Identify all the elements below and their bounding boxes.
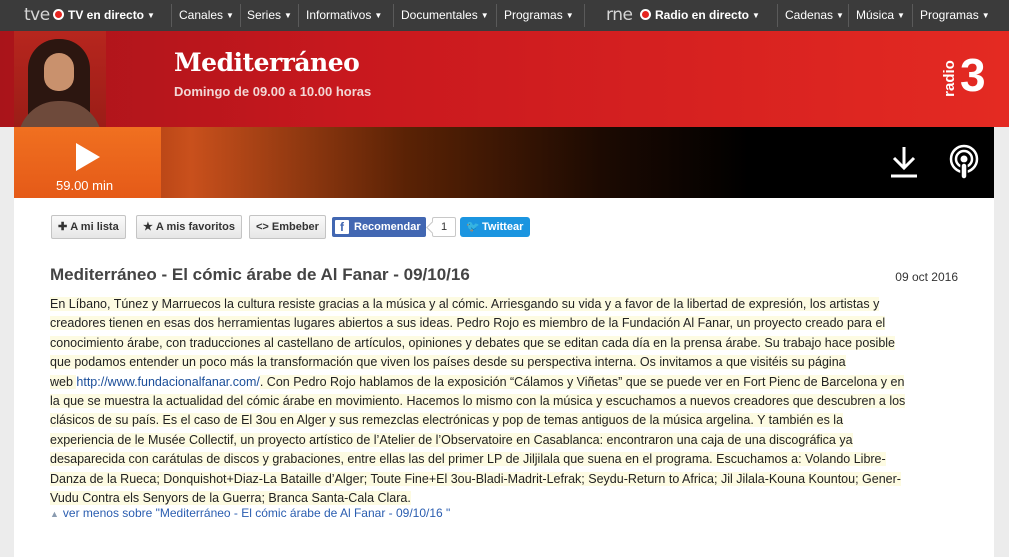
- description-line: Vudu Contra els Senyors de la Guerra; Br…: [50, 491, 411, 506]
- nav-canales-label: Canales: [179, 8, 224, 22]
- chevron-down-icon: ▼: [565, 11, 574, 20]
- description-line: conocimiento árabe, con traducciones al …: [50, 335, 896, 350]
- nav-divider: [298, 4, 299, 27]
- add-to-favorites-label: A mis favoritos: [155, 221, 235, 233]
- nav-programas[interactable]: Programas ▼: [504, 0, 574, 31]
- embed-button[interactable]: <> Embeber: [249, 215, 326, 239]
- facebook-recommend-button[interactable]: f Recomendar: [332, 217, 426, 237]
- description-line: la que se muestra la actualidad del cómi…: [50, 394, 906, 409]
- twitter-label: Twittear: [482, 221, 524, 233]
- chevron-down-icon: ▼: [981, 11, 990, 20]
- program-title[interactable]: Mediterráneo: [174, 48, 360, 77]
- star-icon: ★: [143, 221, 153, 233]
- nav-documentales-label: Documentales: [401, 8, 478, 22]
- description-line: desaparecida con carátulas de discos y g…: [50, 452, 886, 467]
- description-line: clásicos de su país. Es el caso de El 3o…: [50, 413, 844, 428]
- description-line: Danza de la Rueca; Donquishot+Diaz-La Ba…: [50, 471, 901, 486]
- host-photo: [14, 31, 106, 127]
- twitter-button[interactable]: 🐦 Twittear: [460, 217, 530, 237]
- chevron-down-icon: ▼: [480, 11, 489, 20]
- nav-documentales[interactable]: Documentales ▼: [401, 0, 489, 31]
- nav-informativos[interactable]: Informativos ▼: [306, 0, 382, 31]
- chevron-down-icon: ▼: [752, 11, 760, 20]
- tv-live-link[interactable]: TV en directo ▼: [53, 0, 155, 31]
- nav-programas-radio[interactable]: Programas ▼: [920, 0, 990, 31]
- chevron-down-icon: ▼: [836, 11, 844, 20]
- nav-programas-label: Programas: [504, 8, 563, 22]
- chevron-down-icon: ▼: [284, 11, 292, 20]
- nav-musica-label: Música: [856, 8, 895, 22]
- radio3-logo-number: 3: [960, 49, 986, 101]
- nav-divider: [240, 4, 241, 27]
- episode-date: 09 oct 2016: [895, 270, 958, 284]
- fundacion-al-fanar-link[interactable]: http://www.fundacionalfanar.com/: [76, 375, 259, 389]
- show-less-link[interactable]: ▲ ver menos sobre "Mediterráneo - El cómi…: [50, 506, 450, 520]
- chevron-down-icon: ▼: [897, 11, 905, 20]
- nav-series[interactable]: Series ▼: [247, 0, 292, 31]
- chevron-down-icon: ▼: [226, 11, 234, 20]
- nav-divider: [496, 4, 497, 27]
- nav-informativos-label: Informativos: [306, 8, 372, 22]
- nav-canales[interactable]: Canales ▼: [179, 0, 234, 31]
- play-icon[interactable]: [76, 143, 100, 171]
- nav-series-label: Series: [247, 8, 282, 22]
- radio-live-label: Radio en directo: [655, 8, 750, 22]
- program-schedule: Domingo de 09.00 a 10.00 horas: [174, 84, 372, 99]
- live-dot-icon: [640, 9, 651, 20]
- twitter-icon: 🐦: [466, 221, 480, 233]
- nav-cadenas[interactable]: Cadenas ▼: [785, 0, 844, 31]
- rne-logo[interactable]: rne: [606, 0, 633, 31]
- tv-live-label: TV en directo: [68, 8, 145, 22]
- nav-divider: [584, 4, 585, 27]
- nav-musica[interactable]: Música ▼: [856, 0, 905, 31]
- add-to-list-label: A mi lista: [70, 221, 119, 233]
- nav-programas-radio-label: Programas: [920, 8, 979, 22]
- nav-divider: [393, 4, 394, 27]
- show-less-label: ver menos sobre "Mediterráneo - El cómic…: [62, 506, 451, 520]
- nav-cadenas-label: Cadenas: [785, 8, 834, 22]
- facebook-recommend-label: Recomendar: [354, 221, 421, 233]
- description-line: En Líbano, Túnez y Marruecos la cultura …: [50, 297, 880, 311]
- radio3-logo[interactable]: radio 3: [937, 50, 997, 110]
- description-line: experiencia de le Musée Collectif, un pr…: [50, 432, 853, 447]
- facebook-icon: f: [335, 220, 349, 234]
- download-icon[interactable]: [886, 144, 922, 180]
- description-line: creadores tienen en esas dos herramienta…: [50, 316, 886, 331]
- live-dot-icon: [53, 9, 64, 20]
- facebook-count: 1: [432, 217, 456, 237]
- program-header: [0, 31, 1009, 127]
- nav-divider: [777, 4, 778, 27]
- podcast-icon[interactable]: [946, 144, 982, 180]
- description-line: que podamos entender un poco más la tran…: [50, 355, 846, 370]
- chevron-down-icon: ▼: [147, 11, 155, 20]
- description-line: . Con Pedro Rojo hablamos de la exposici…: [259, 374, 905, 389]
- radio-live-link[interactable]: Radio en directo ▼: [640, 0, 760, 31]
- top-navigation: tve TV en directo ▼ Canales ▼ Series ▼ Info…: [0, 0, 1009, 31]
- description-line: web: [50, 374, 77, 389]
- code-icon: <>: [256, 221, 269, 233]
- chevron-down-icon: ▼: [374, 11, 383, 20]
- add-to-favorites-button[interactable]: ★ A mis favoritos: [136, 215, 242, 239]
- episode-title: Mediterráneo - El cómic árabe de Al Fana…: [50, 265, 470, 284]
- audio-player: [14, 127, 994, 198]
- add-to-list-button[interactable]: ✚ A mi lista: [51, 215, 126, 239]
- radio3-logo-word: radio: [940, 60, 958, 97]
- triangle-up-icon: ▲: [50, 509, 59, 519]
- episode-description: En Líbano, Túnez y Marruecos la cultura …: [50, 295, 962, 508]
- tve-logo[interactable]: tve: [24, 0, 50, 31]
- nav-divider: [912, 4, 913, 27]
- nav-divider: [171, 4, 172, 27]
- embed-label: Embeber: [271, 221, 319, 233]
- nav-divider: [848, 4, 849, 27]
- audio-duration: 59.00 min: [56, 178, 114, 193]
- page-scrollbar[interactable]: [994, 198, 1009, 557]
- plus-icon: ✚: [58, 221, 68, 233]
